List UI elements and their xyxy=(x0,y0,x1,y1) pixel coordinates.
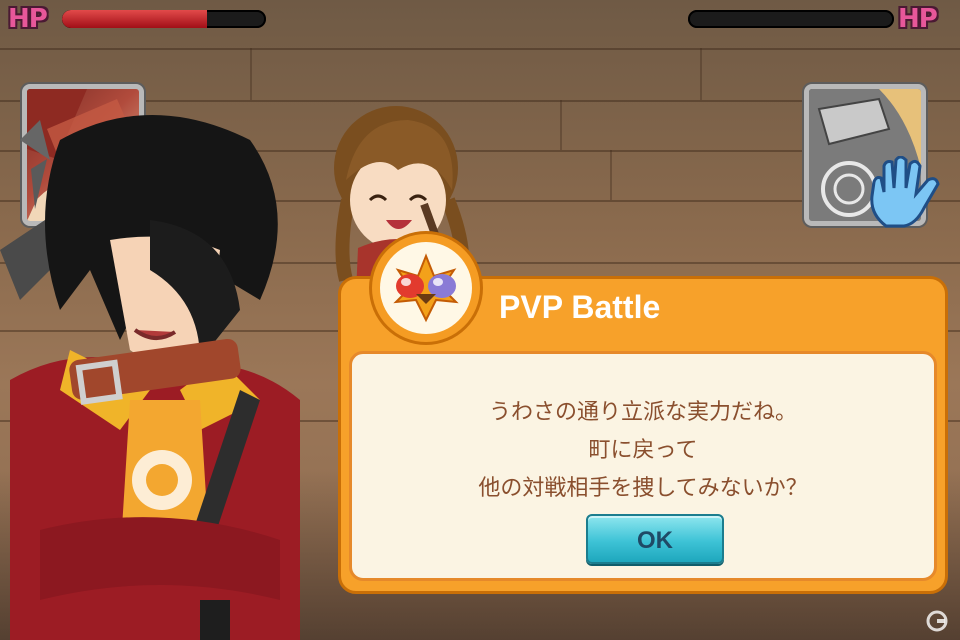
hero-character xyxy=(0,100,320,640)
battle-screen: HP HP PVP Battle うわさの通り立派な実力だね。 町に戻って 他の… xyxy=(0,0,960,640)
ok-button[interactable]: OK xyxy=(586,514,724,564)
dialog-badge xyxy=(372,234,480,342)
player-hp-fill xyxy=(62,10,207,28)
dialog-message-line: 他の対戦相手を捜してみないか？ xyxy=(478,476,808,501)
enemy-hp-label: HP xyxy=(898,4,938,34)
dialog-body: うわさの通り立派な実力だね。 町に戻って 他の対戦相手を捜してみないか？ OK xyxy=(349,351,937,581)
ok-button-label: OK xyxy=(637,527,673,554)
hand-icon[interactable] xyxy=(866,155,946,232)
dialog-message-line: うわさの通り立派な実力だね。 xyxy=(488,400,797,425)
dialog-message-line: 町に戻って xyxy=(588,438,698,463)
player-hp-bar xyxy=(62,10,266,28)
enemy-hp-bar xyxy=(688,10,894,28)
dialog-title: PVP Battle xyxy=(499,289,661,325)
pvp-battle-emblem-icon xyxy=(393,253,459,323)
player-hp-label: HP xyxy=(8,4,48,34)
gamer-logo-icon xyxy=(926,610,948,632)
